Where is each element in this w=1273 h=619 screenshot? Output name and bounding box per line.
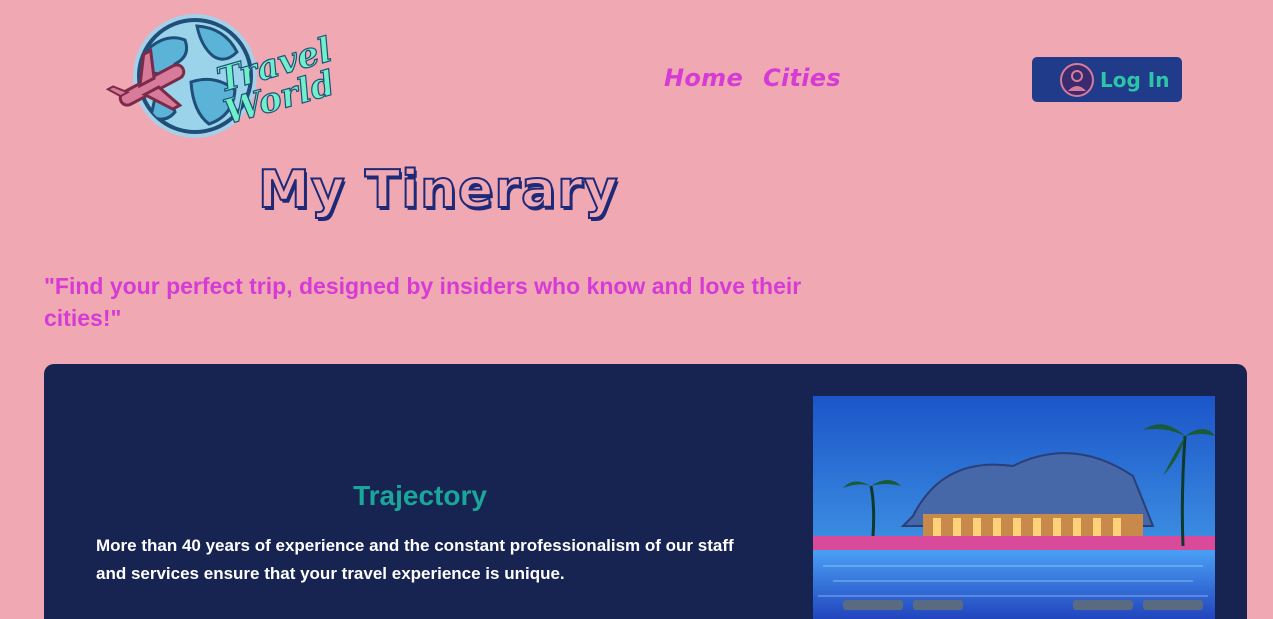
- nav-cities-link[interactable]: Cities: [763, 64, 841, 92]
- trajectory-card: Trajectory More than 40 years of experie…: [44, 364, 1247, 619]
- tagline: "Find your perfect trip, designed by ins…: [44, 273, 802, 331]
- logo[interactable]: Travel World: [105, 12, 340, 142]
- login-button[interactable]: Log In: [1032, 57, 1182, 102]
- main-nav: Home Cities: [664, 64, 841, 92]
- page: Travel World Home Cities Log In My Tiner…: [0, 0, 1273, 619]
- login-label: Log In: [1100, 67, 1170, 92]
- nav-home-link[interactable]: Home: [664, 64, 743, 92]
- user-avatar-icon: [1060, 62, 1094, 97]
- card-text: More than 40 years of experience and the…: [96, 536, 734, 583]
- card-title: Trajectory: [353, 480, 487, 511]
- globe-airplane-logo-icon: Travel World: [105, 14, 340, 138]
- page-title: My Tinerary: [257, 159, 619, 221]
- resort-pool-image: [813, 396, 1215, 619]
